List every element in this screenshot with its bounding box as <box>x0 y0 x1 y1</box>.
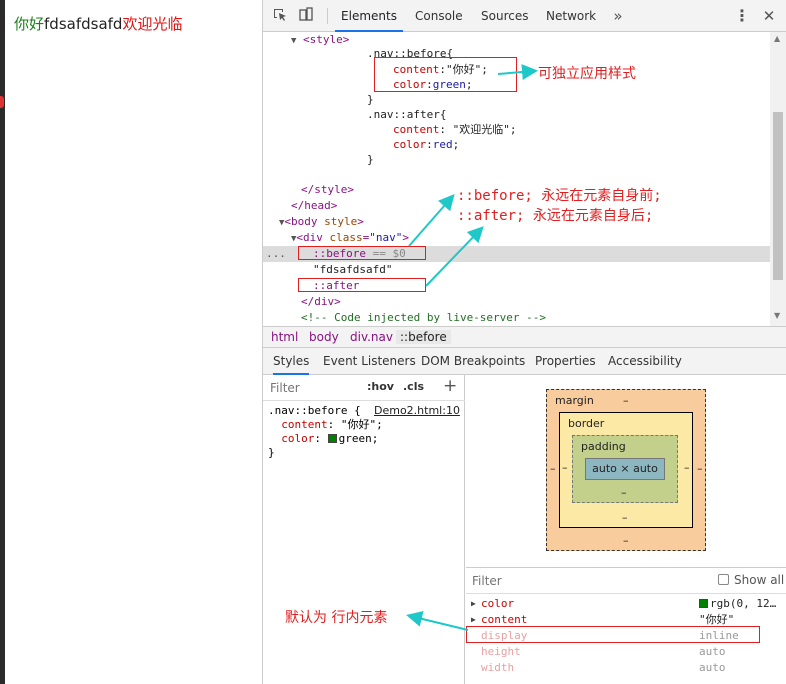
margin-bottom-value: – <box>623 534 629 547</box>
scroll-up-icon[interactable]: ▲ <box>774 35 782 43</box>
device-toolbar-icon[interactable] <box>297 7 315 25</box>
margin-label: margin <box>555 394 594 407</box>
expand-triangle-icon[interactable]: ▼ <box>291 36 296 46</box>
subtab-event-listeners[interactable]: Event Listeners <box>323 348 416 375</box>
hov-toggle[interactable]: :hov <box>367 380 394 393</box>
annotation-before-note: ::before; 永远在元素自身前; <box>457 188 662 204</box>
new-rule-plus-icon[interactable]: + <box>443 376 457 396</box>
styles-filter-bar: :hov .cls + <box>263 375 465 401</box>
tab-elements[interactable]: Elements <box>335 0 403 32</box>
tree-node-div-close[interactable]: </div> <box>301 294 341 310</box>
cls-toggle[interactable]: .cls <box>403 380 424 393</box>
css-after-content: content: "欢迎光临"; <box>393 123 517 136</box>
rule-selector: .nav::before { <box>268 404 361 417</box>
border-bottom-value: – <box>622 511 628 524</box>
css-after-color: color:red; <box>393 138 460 151</box>
breadcrumb: html body div.nav ::before <box>263 326 786 348</box>
annotation-style-note: 可独立应用样式 <box>538 66 636 82</box>
toolbar-separator <box>327 8 328 24</box>
rule-content-prop[interactable]: content <box>281 418 327 431</box>
tab-console[interactable]: Console <box>415 0 463 32</box>
border-left-value: – <box>562 461 568 474</box>
tree-node-style[interactable]: ▼ <style> <box>291 32 349 48</box>
chevron-double-right-icon[interactable]: » <box>609 7 627 25</box>
css-rule-close: } <box>367 153 374 166</box>
subtab-dom-breakpoints[interactable]: DOM Breakpoints <box>421 348 525 375</box>
rule-source-link[interactable]: Demo2.html:10 <box>374 404 460 417</box>
tree-node-div-nav[interactable]: ▼<div class="nav"> <box>291 230 409 246</box>
annotation-inline-note: 默认为 行内元素 <box>285 610 388 626</box>
tree-node-comment[interactable]: <!-- Code injected by live-server --> <box>301 310 546 326</box>
rule-content-value[interactable]: "你好"; <box>341 418 383 431</box>
crumb-html[interactable]: html <box>271 330 298 344</box>
rendered-page: 你好fdsafdsafd欢迎光临 <box>0 0 262 684</box>
show-all-label: Show all <box>734 573 785 587</box>
computed-filter-input[interactable] <box>472 573 632 589</box>
padding-bottom-value: – <box>621 486 627 499</box>
rule-close: } <box>268 446 275 459</box>
text-render: fdsafdsafd <box>44 15 123 33</box>
annotation-box-after <box>298 278 426 292</box>
annotation-box-style-rules <box>374 57 517 92</box>
show-all-checkbox[interactable] <box>718 574 729 585</box>
tree-node-head-close[interactable]: </head> <box>291 198 337 214</box>
annotation-after-note: ::after; 永远在元素自身后; <box>457 208 654 224</box>
box-model-padding[interactable]: padding – auto × auto <box>572 435 678 503</box>
elements-scrollbar[interactable]: ▲ ▼ <box>770 32 786 326</box>
computed-filter-bar: Show all <box>466 568 786 594</box>
annotation-box-display <box>466 626 760 643</box>
scroll-down-icon[interactable]: ▼ <box>774 312 782 320</box>
computed-row-color[interactable]: ▶ color rgb(0, 12… <box>466 596 786 612</box>
window-edge-marker <box>0 96 4 108</box>
tree-node-style-close[interactable]: </style> <box>301 182 354 198</box>
devtools-toolbar: Elements Console Sources Network » ⋮ ✕ <box>263 0 786 32</box>
box-model-border[interactable]: border – – – padding – auto × auto <box>559 412 693 528</box>
css-rule-close: } <box>367 93 374 106</box>
devtools-panel: Elements Console Sources Network » ⋮ ✕ ▼… <box>262 0 786 684</box>
before-render: 你好 <box>14 15 45 33</box>
expand-triangle-icon[interactable]: ▶ <box>471 596 476 612</box>
close-icon[interactable]: ✕ <box>760 7 778 25</box>
margin-top-value: – <box>623 394 629 407</box>
tree-node-body[interactable]: ▼<body style> <box>279 214 364 230</box>
color-swatch[interactable] <box>327 434 337 443</box>
css-rule-after-selector: .nav::after{ <box>367 108 447 121</box>
row-ellipsis[interactable]: ... <box>266 246 286 262</box>
sidebar-tabs: Styles Event Listeners DOM Breakpoints P… <box>263 348 786 375</box>
subtab-properties[interactable]: Properties <box>535 348 596 375</box>
inspect-element-icon[interactable] <box>271 7 289 25</box>
margin-right-value: – <box>697 462 703 475</box>
computed-row-width[interactable]: width auto <box>466 660 786 676</box>
box-model-pane: margin – – – – border – – – padding – au… <box>466 375 786 567</box>
color-swatch <box>699 599 708 608</box>
nav-div-render: 你好fdsafdsafd欢迎光临 <box>14 13 182 34</box>
tab-sources[interactable]: Sources <box>481 0 528 32</box>
subtab-accessibility[interactable]: Accessibility <box>608 348 682 375</box>
box-model-margin[interactable]: margin – – – – border – – – padding – au… <box>546 389 706 551</box>
border-right-value: – <box>684 461 690 474</box>
rule-color-prop[interactable]: color <box>281 432 314 445</box>
border-label: border <box>568 417 605 430</box>
margin-left-value: – <box>550 462 556 475</box>
annotation-box-before <box>298 246 426 260</box>
computed-row-height[interactable]: height auto <box>466 644 786 660</box>
kebab-icon[interactable]: ⋮ <box>733 7 751 25</box>
box-model-content[interactable]: auto × auto <box>585 458 665 480</box>
scrollbar-thumb[interactable] <box>773 112 783 280</box>
tab-network[interactable]: Network <box>546 0 596 32</box>
crumb-before[interactable]: ::before <box>396 330 451 344</box>
crumb-body[interactable]: body <box>309 330 339 344</box>
after-render: 欢迎光临 <box>122 15 183 33</box>
styles-pane: :hov .cls + .nav::before { content: "你好"… <box>263 375 465 684</box>
crumb-div-nav[interactable]: div.nav <box>350 330 393 344</box>
rule-color-value[interactable]: green; <box>339 432 379 445</box>
show-all-toggle[interactable]: Show all <box>718 573 784 587</box>
tree-node-text[interactable]: "fdsafdsafd" <box>313 262 392 278</box>
padding-label: padding <box>581 440 626 453</box>
subtab-styles[interactable]: Styles <box>273 348 310 375</box>
styles-filter-input[interactable] <box>266 379 356 397</box>
